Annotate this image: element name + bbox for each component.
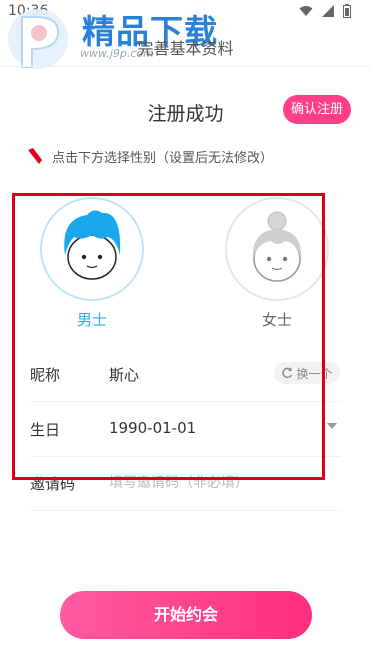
refresh-icon — [282, 367, 293, 379]
birthday-row[interactable]: 生日 1990-01-01 — [30, 402, 341, 457]
swap-nickname-label: 换一个 — [296, 366, 333, 381]
gender-hint: 点击下方选择性别（设置后无法修改） — [28, 146, 273, 166]
gender-label-female: 女士 — [261, 311, 292, 329]
invite-label: 邀请码 — [30, 475, 76, 493]
female-avatar-icon — [252, 211, 302, 282]
nickname-label: 昵称 — [30, 366, 61, 384]
birthday-label: 生日 — [30, 421, 61, 439]
gender-option-female[interactable]: 女士 — [215, 197, 339, 329]
swap-nickname-button[interactable]: 换一个 — [274, 362, 340, 384]
male-avatar-icon — [64, 210, 121, 299]
male-avatar — [40, 197, 144, 301]
invite-code-input[interactable] — [109, 475, 309, 491]
nickname-row: 昵称 斯心 换一个 — [30, 347, 341, 402]
chevron-down-icon — [327, 423, 337, 429]
header-divider — [0, 66, 371, 67]
gender-option-male[interactable]: 男士 — [30, 197, 154, 329]
system-icons — [299, 4, 351, 18]
confirm-register-button[interactable]: 确认注册 — [283, 95, 351, 124]
page-title: 完善基本资料 — [137, 39, 234, 58]
arrow-marker-icon — [28, 148, 42, 164]
gender-label-male: 男士 — [76, 311, 107, 329]
gender-hint-text: 点击下方选择性别（设置后无法修改） — [52, 150, 274, 166]
invite-row: 邀请码 — [30, 456, 341, 511]
signal-icon — [322, 5, 334, 17]
battery-icon — [343, 4, 351, 18]
start-dating-button[interactable]: 开始约会 — [60, 591, 312, 639]
birthday-value[interactable]: 1990-01-01 — [109, 419, 196, 437]
female-avatar — [225, 197, 329, 301]
wifi-icon — [299, 6, 313, 16]
nickname-value[interactable]: 斯心 — [109, 364, 139, 385]
